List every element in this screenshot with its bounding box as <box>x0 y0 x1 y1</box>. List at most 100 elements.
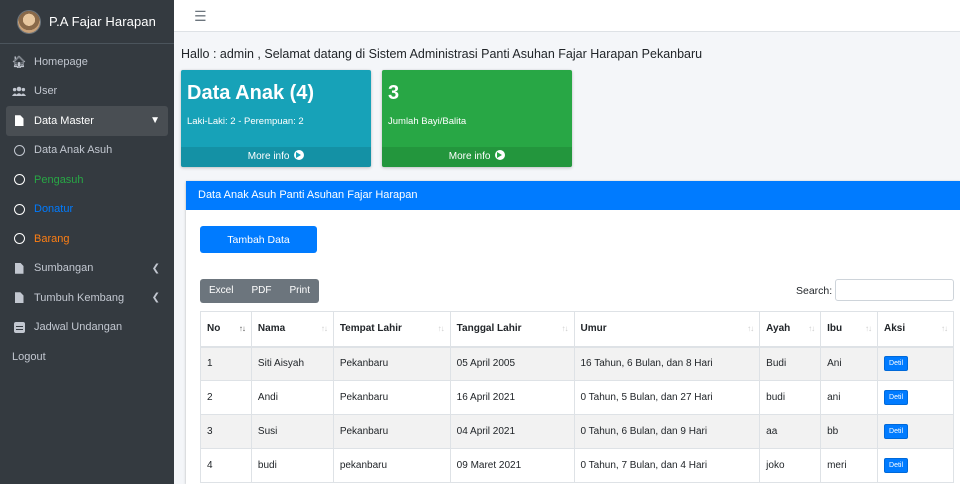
sidebar-item-label: User <box>34 85 58 98</box>
table-header-row: No ↑↓ Nama ↑↓ Tempat Lahir ↑↓ Tanggal Lahir… <box>200 311 954 348</box>
data-card: Data Anak Asuh Panti Asuhan Fajar Harapa… <box>186 181 960 484</box>
cell-ayah: joko <box>759 448 822 483</box>
cell-ayah: aa <box>759 414 822 449</box>
sort-icon: ↑↓ <box>320 324 328 333</box>
info-box-desc: Laki-Laki: 2 - Perempuan: 2 <box>187 116 304 127</box>
table-row: 2 Andi Pekanbaru 16 April 2021 0 Tahun, … <box>200 380 954 415</box>
more-info-label: More info <box>448 151 491 162</box>
cell-ibu: Ani <box>820 346 879 381</box>
column-header-ibu[interactable]: Ibu ↑↓ <box>820 311 879 348</box>
more-info-label: More info <box>247 151 290 162</box>
sidebar-item-label: Tumbuh Kembang <box>34 291 125 304</box>
cell-umur: 0 Tahun, 6 Bulan, dan 9 Hari <box>573 414 761 449</box>
detil-button[interactable]: Detil <box>884 390 909 405</box>
cell-ibu: ani <box>820 380 879 415</box>
search-label: Search: <box>796 285 833 297</box>
chevron-left-icon: ❮ <box>151 292 160 304</box>
cell-no: 1 <box>200 346 252 381</box>
sidebar-item-sumbangan[interactable]: Sumbangan ❮ <box>0 254 174 284</box>
info-box-title: Data Anak (4) <box>187 82 315 104</box>
file-icon <box>12 115 26 127</box>
cell-tanggal-lahir: 04 April 2021 <box>449 414 575 449</box>
sidebar-item-pengasuh[interactable]: Pengasuh <box>0 165 174 195</box>
print-button[interactable]: Print <box>280 279 319 303</box>
sidebar-item-barang[interactable]: Barang <box>0 224 174 254</box>
column-header-no[interactable]: No ↑↓ <box>200 311 252 348</box>
column-header-nama[interactable]: Nama ↑↓ <box>250 311 334 348</box>
cell-tanggal-lahir: 16 April 2021 <box>449 380 575 415</box>
data-table: No ↑↓ Nama ↑↓ Tempat Lahir ↑↓ Tanggal Lahir… <box>200 311 954 483</box>
brand-title: P.A Fajar Harapan <box>49 14 156 29</box>
file-icon <box>12 262 26 274</box>
sort-icon: ↑↓ <box>808 324 815 333</box>
cell-tempat-lahir: Pekanbaru <box>332 414 451 449</box>
column-header-tempat-lahir[interactable]: Tempat Lahir ↑↓ <box>332 311 451 348</box>
file-icon <box>12 292 26 304</box>
cell-umur: 16 Tahun, 6 Bulan, dan 8 Hari <box>573 346 761 381</box>
column-header-ayah[interactable]: Ayah ↑↓ <box>759 311 822 348</box>
cell-aksi: Detil <box>877 346 954 381</box>
sidebar-item-data-anak-asuh[interactable]: Data Anak Asuh <box>0 136 174 166</box>
sidebar-item-data-master[interactable]: Data Master ▼ <box>6 106 168 136</box>
info-box-bayi: 3 Jumlah Bayi/Balita More info <box>382 70 572 167</box>
sort-icon: ↑↓ <box>561 324 569 333</box>
more-info-link[interactable]: More info <box>181 147 371 167</box>
column-header-aksi[interactable]: Aksi ↑↓ <box>877 311 954 348</box>
table-row: 1 Siti Aisyah Pekanbaru 05 April 2005 16… <box>200 346 954 381</box>
detil-button[interactable]: Detil <box>884 356 909 372</box>
cell-nama: Siti Aisyah <box>250 346 334 381</box>
sort-icon: ↑↓ <box>747 324 754 333</box>
circle-icon <box>12 203 26 215</box>
cell-ibu: bb <box>820 414 879 449</box>
sort-icon: ↑↓ <box>437 324 445 333</box>
detil-button[interactable]: Detil <box>884 424 909 439</box>
cell-ibu: meri <box>820 448 879 483</box>
sort-asc-icon: ↑↓ <box>238 324 246 333</box>
arrow-circle-right-icon <box>495 150 506 160</box>
cell-nama: Susi <box>250 414 334 449</box>
sidebar-item-label: Homepage <box>34 55 88 68</box>
calendar-icon <box>12 321 26 333</box>
cell-tanggal-lahir: 09 Maret 2021 <box>449 448 575 483</box>
sidebar-item-user[interactable]: User <box>0 77 174 107</box>
cell-no: 3 <box>200 414 252 449</box>
brand-logo <box>18 10 40 33</box>
cell-ayah: Budi <box>759 346 822 381</box>
cell-no: 2 <box>200 380 252 415</box>
detil-button[interactable]: Detil <box>884 458 909 473</box>
sort-icon: ↑↓ <box>941 324 948 333</box>
sidebar-item-homepage[interactable]: 🏠︎ Homepage <box>0 47 174 77</box>
table-row: 3 Susi Pekanbaru 04 April 2021 0 Tahun, … <box>200 414 954 449</box>
excel-button[interactable]: Excel <box>200 279 242 303</box>
export-button-group: Excel PDF Print <box>200 279 320 303</box>
sidebar-item-donatur[interactable]: Donatur <box>0 195 174 225</box>
brand[interactable]: P.A Fajar Harapan <box>0 0 174 44</box>
more-info-link[interactable]: More info <box>382 147 572 167</box>
cell-nama: Andi <box>250 380 334 415</box>
sidebar-item-label: Logout <box>12 350 46 363</box>
hamburger-menu-icon[interactable]: ☰ <box>194 8 207 25</box>
circle-icon <box>12 233 26 245</box>
card-title: Data Anak Asuh Panti Asuhan Fajar Harapa… <box>186 181 960 210</box>
users-icon <box>12 86 26 97</box>
sidebar-item-label: Jadwal Undangan <box>34 321 123 334</box>
cell-tempat-lahir: Pekanbaru <box>332 380 451 415</box>
circle-icon <box>12 144 26 156</box>
sidebar-item-jadwal-undangan[interactable]: Jadwal Undangan <box>0 313 174 343</box>
chevron-left-icon: ❮ <box>151 262 160 274</box>
tambah-data-button[interactable]: Tambah Data <box>200 226 317 253</box>
sidebar-item-tumbuh-kembang[interactable]: Tumbuh Kembang ❮ <box>0 283 174 313</box>
sidebar-nav: 🏠︎ Homepage User Data Master ▼ Data Anak… <box>0 44 174 372</box>
cell-aksi: Detil <box>877 448 954 483</box>
cell-aksi: Detil <box>877 414 954 449</box>
sidebar-item-logout[interactable]: Logout <box>0 342 174 372</box>
pdf-button[interactable]: PDF <box>242 279 280 303</box>
column-header-umur[interactable]: Umur ↑↓ <box>573 311 761 348</box>
column-header-tanggal-lahir[interactable]: Tanggal Lahir ↑↓ <box>449 311 575 348</box>
cell-no: 4 <box>200 448 252 483</box>
sidebar-item-label: Barang <box>34 232 70 245</box>
cell-aksi: Detil <box>877 380 954 415</box>
search-input[interactable] <box>835 279 954 301</box>
cell-ayah: budi <box>759 380 822 415</box>
topbar: ☰ <box>174 0 960 32</box>
